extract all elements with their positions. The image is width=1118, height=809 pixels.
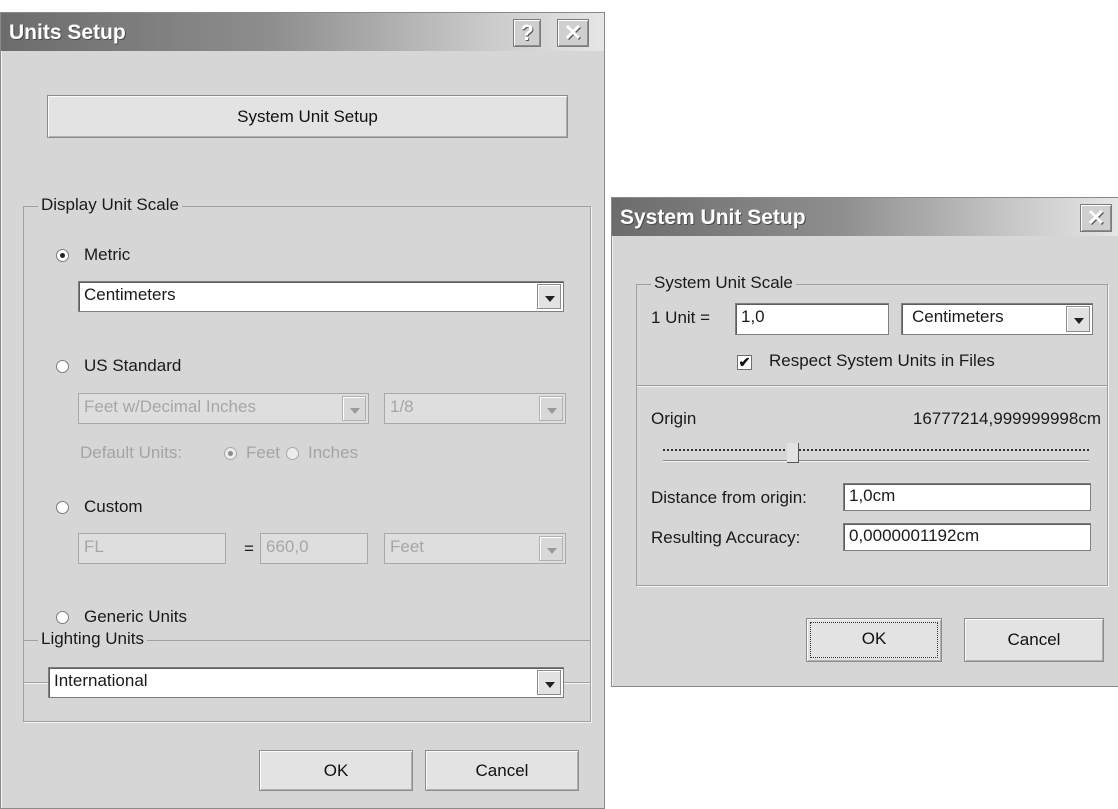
distance-label: Distance from origin: bbox=[651, 488, 807, 507]
system-ok-label: OK bbox=[861, 629, 887, 648]
default-units-label: Default Units: bbox=[80, 443, 183, 462]
chevron-down-icon[interactable] bbox=[539, 536, 563, 561]
chevron-down-icon[interactable] bbox=[537, 284, 561, 309]
custom-radio[interactable] bbox=[56, 501, 69, 514]
display-unit-scale-group: Display Unit Scale Metric Centimeters US… bbox=[23, 195, 591, 683]
accuracy-field[interactable]: 0,0000001192cm bbox=[843, 523, 1091, 551]
us-standard-radio[interactable] bbox=[56, 360, 69, 373]
us-standard-fraction-dropdown[interactable]: 1/8 bbox=[384, 393, 566, 424]
custom-unit-dropdown[interactable]: Feet bbox=[384, 533, 566, 564]
lighting-units-legend: Lighting Units bbox=[38, 629, 148, 649]
metric-radio[interactable] bbox=[56, 249, 69, 262]
one-unit-value: 1,0 bbox=[741, 307, 765, 326]
generic-units-label: Generic Units bbox=[84, 607, 187, 626]
generic-units-radio[interactable] bbox=[56, 611, 69, 624]
distance-field[interactable]: 1,0cm bbox=[843, 483, 1091, 511]
inches-radio[interactable] bbox=[286, 447, 299, 460]
system-cancel-button[interactable]: Cancel bbox=[964, 618, 1104, 662]
close-icon[interactable]: ✕ bbox=[1080, 204, 1112, 232]
units-setup-title: Units Setup bbox=[9, 21, 126, 44]
feet-radio[interactable] bbox=[224, 447, 237, 460]
accuracy-value: 0,0000001192cm bbox=[849, 526, 980, 545]
lighting-units-dropdown[interactable]: International bbox=[48, 667, 564, 698]
feet-label: Feet bbox=[246, 443, 281, 462]
respect-units-label: Respect System Units in Files bbox=[769, 351, 995, 370]
custom-name-field[interactable]: FL bbox=[78, 533, 226, 564]
scale-separator bbox=[637, 385, 1107, 387]
us-standard-units-dropdown[interactable]: Feet w/Decimal Inches bbox=[78, 393, 369, 424]
system-unit-setup-dialog: System Unit Setup ✕ System Unit Scale 1 … bbox=[611, 197, 1118, 687]
system-unit-scale-group: System Unit Scale 1 Unit = 1,0 Centimete… bbox=[636, 273, 1108, 586]
origin-value: 16777214,999999998cm bbox=[912, 409, 1101, 428]
metric-units-dropdown[interactable]: Centimeters bbox=[78, 281, 564, 312]
inches-label: Inches bbox=[308, 443, 359, 462]
units-setup-dialog: Units Setup ? ✕ System Unit Setup Displa… bbox=[0, 12, 605, 809]
system-unit-setup-title: System Unit Setup bbox=[620, 206, 806, 229]
units-ok-button[interactable]: OK bbox=[259, 750, 413, 791]
one-unit-field[interactable]: 1,0 bbox=[735, 303, 889, 335]
us-standard-label: US Standard bbox=[84, 356, 182, 375]
respect-units-checkbox[interactable]: ✔ bbox=[737, 355, 752, 370]
system-unit-setup-button[interactable]: System Unit Setup bbox=[47, 95, 568, 138]
system-unit-value: Centimeters bbox=[912, 307, 1004, 326]
one-unit-label: 1 Unit = bbox=[651, 308, 711, 327]
help-icon[interactable]: ? bbox=[513, 19, 541, 47]
system-ok-button[interactable]: OK bbox=[806, 618, 942, 662]
units-cancel-button[interactable]: Cancel bbox=[425, 750, 579, 791]
lighting-units-group: Lighting Units International bbox=[23, 629, 591, 722]
chevron-down-icon[interactable] bbox=[537, 670, 561, 695]
system-unit-setup-titlebar[interactable]: System Unit Setup ✕ bbox=[612, 198, 1118, 236]
chevron-down-icon[interactable] bbox=[1066, 306, 1090, 332]
close-icon[interactable]: ✕ bbox=[557, 19, 589, 47]
us-standard-units-value: Feet w/Decimal Inches bbox=[84, 397, 256, 416]
origin-slider[interactable] bbox=[663, 443, 1089, 465]
custom-amount-field[interactable]: 660,0 bbox=[260, 533, 368, 564]
custom-equals-label: = bbox=[244, 539, 254, 558]
custom-name-value: FL bbox=[84, 537, 104, 556]
metric-label: Metric bbox=[84, 245, 131, 264]
distance-value: 1,0cm bbox=[849, 486, 896, 505]
us-standard-fraction-value: 1/8 bbox=[390, 397, 414, 416]
custom-label: Custom bbox=[84, 497, 143, 516]
slider-track-base bbox=[663, 460, 1089, 462]
system-unit-scale-legend: System Unit Scale bbox=[651, 273, 796, 293]
slider-thumb[interactable] bbox=[787, 443, 800, 463]
units-setup-titlebar[interactable]: Units Setup ? ✕ bbox=[1, 13, 604, 51]
metric-units-value: Centimeters bbox=[84, 285, 176, 304]
slider-track bbox=[663, 449, 1089, 451]
display-unit-scale-legend: Display Unit Scale bbox=[38, 195, 182, 215]
chevron-down-icon[interactable] bbox=[539, 396, 563, 421]
system-unit-dropdown[interactable]: Centimeters bbox=[901, 303, 1093, 335]
accuracy-label: Resulting Accuracy: bbox=[651, 528, 801, 547]
chevron-down-icon[interactable] bbox=[342, 396, 366, 421]
custom-amount-value: 660,0 bbox=[266, 537, 309, 556]
lighting-units-value: International bbox=[54, 671, 148, 690]
custom-unit-value: Feet bbox=[390, 537, 425, 556]
origin-label: Origin bbox=[651, 409, 697, 428]
